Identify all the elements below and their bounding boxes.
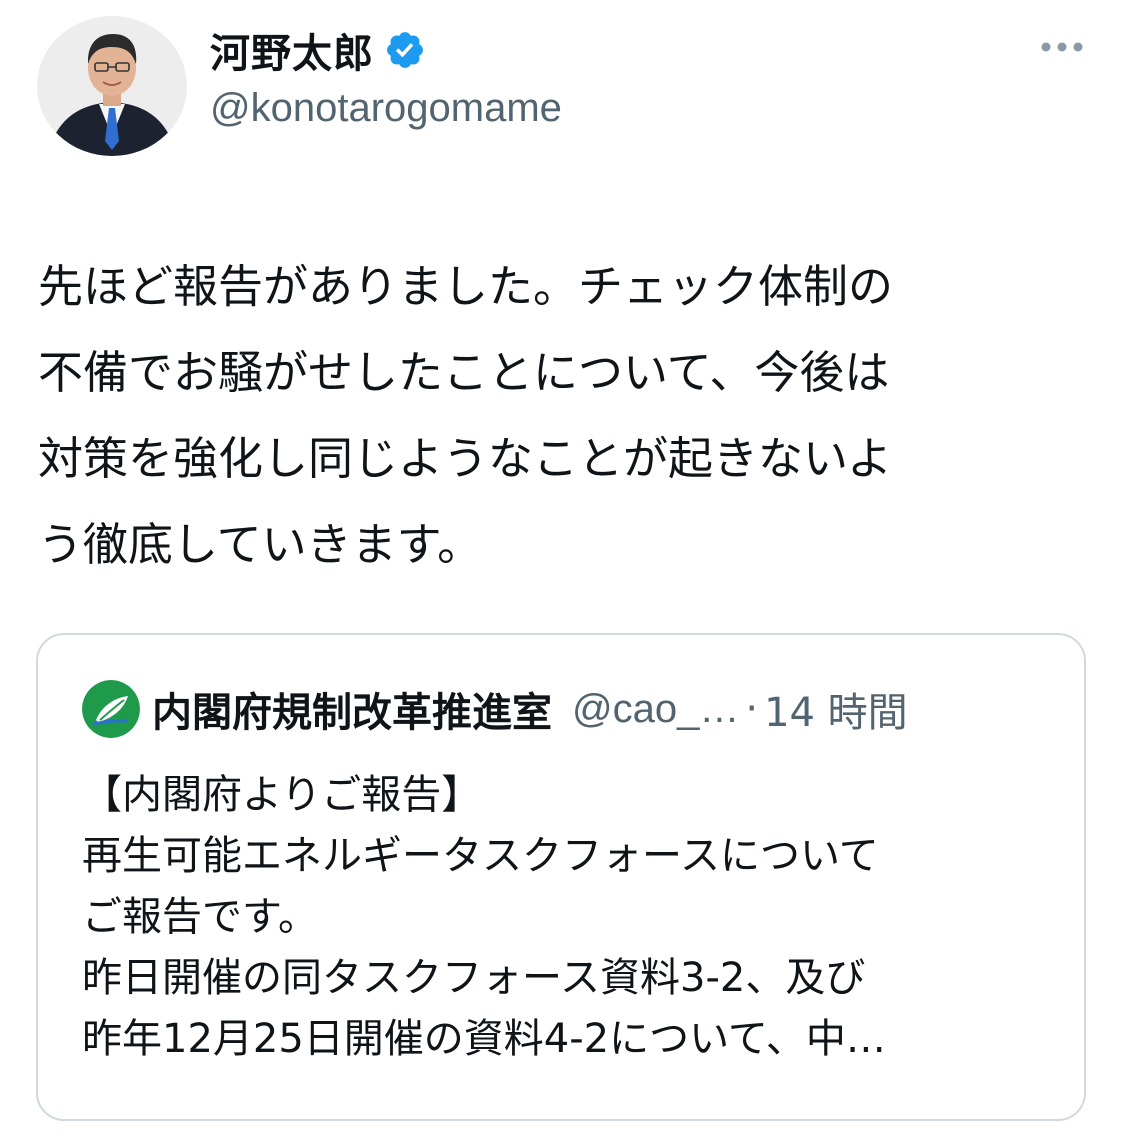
leaf-logo-icon	[82, 680, 140, 738]
author-avatar[interactable]	[37, 16, 187, 156]
quoted-author-handle[interactable]: @cao_…	[572, 687, 739, 732]
quoted-author-display-name[interactable]: 内閣府規制改革推進室	[152, 680, 552, 738]
verified-badge-icon	[387, 32, 423, 68]
quoted-tweet-timestamp[interactable]: 14 時間	[764, 680, 908, 738]
quoted-tweet-text: 【内閣府よりご報告】 再生可能エネルギータスクフォースについて ご報告です。 昨…	[82, 772, 886, 1062]
more-horizontal-icon	[1041, 42, 1083, 52]
author-name-row: 河野太郎	[210, 22, 426, 78]
author-display-name[interactable]: 河野太郎	[210, 21, 374, 79]
quoted-tweet-card[interactable]: 内閣府規制改革推進室 @cao_… · 14 時間 【内閣府よりご報告】 再生可…	[36, 633, 1086, 1121]
more-options-button[interactable]	[1035, 30, 1089, 64]
author-handle[interactable]: @konotarogomame	[210, 86, 562, 131]
quoted-author-avatar[interactable]	[82, 680, 140, 738]
person-portrait-icon	[37, 16, 187, 156]
tweet-text: 先ほど報告がありました。チェック体制の 不備でお騒がせしたことについて、今後は …	[38, 260, 894, 571]
quoted-time-separator: ·	[745, 686, 759, 732]
quoted-tweet-header: 内閣府規制改革推進室 @cao_… · 14 時間	[82, 680, 908, 738]
